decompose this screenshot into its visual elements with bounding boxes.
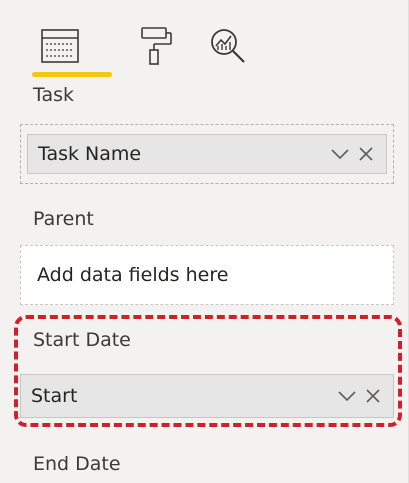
parent-drop-zone[interactable]: Add data fields here [20, 245, 394, 305]
analytics-tab[interactable] [198, 18, 258, 74]
field-name: Start [31, 385, 78, 407]
format-tab[interactable] [126, 18, 186, 74]
analytics-icon [211, 29, 245, 63]
paint-roller-icon [141, 27, 172, 65]
fields-icon [41, 29, 79, 63]
task-name-field[interactable]: Task Name [27, 134, 387, 174]
end-date-well-label: End Date [33, 453, 121, 475]
pane-toolbar [30, 18, 290, 78]
close-icon[interactable] [356, 144, 376, 164]
parent-well-label: Parent [33, 208, 94, 230]
field-name: Task Name [38, 143, 142, 165]
close-icon[interactable] [363, 386, 383, 406]
start-date-well-label: Start Date [33, 329, 131, 351]
visualizations-fields-pane: Task Task Name Parent Add data fields he… [0, 0, 409, 483]
drop-zone-placeholder: Add data fields here [37, 264, 229, 286]
task-well: Task Name [20, 124, 394, 184]
chevron-down-icon[interactable] [337, 386, 357, 406]
start-field[interactable]: Start [20, 374, 394, 418]
fields-tab[interactable] [30, 18, 90, 74]
start-date-well: Start [20, 374, 394, 418]
active-tab-indicator [32, 72, 112, 77]
chevron-down-icon[interactable] [330, 144, 350, 164]
task-well-label: Task [33, 84, 75, 106]
